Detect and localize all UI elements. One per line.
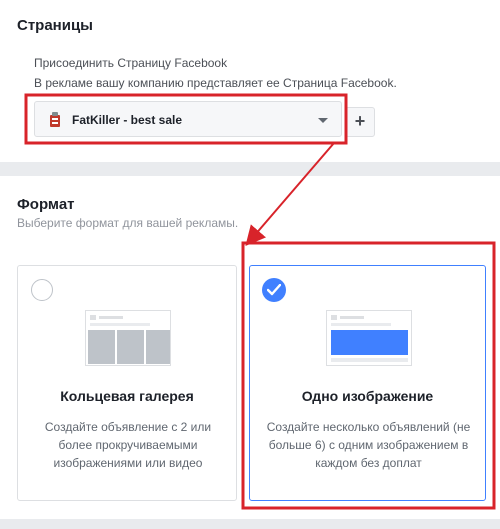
radio-unchecked[interactable] xyxy=(31,279,53,301)
format-heading: Формат xyxy=(17,196,75,213)
section-divider xyxy=(0,162,500,176)
carousel-thumbnail xyxy=(85,310,171,366)
pages-description: В рекламе вашу компанию представляет ее … xyxy=(34,76,397,90)
pages-heading: Страницы xyxy=(17,17,93,34)
add-page-button[interactable]: + xyxy=(345,107,375,137)
chevron-down-icon xyxy=(318,118,328,123)
format-description: Выберите формат для вашей рекламы. xyxy=(17,216,239,230)
page-avatar-icon xyxy=(50,112,60,127)
connect-page-label: Присоединить Страницу Facebook xyxy=(34,56,228,70)
format-option-description: Создайте несколько объявлений (не больше… xyxy=(266,420,471,470)
format-option-title: Кольцевая галерея xyxy=(60,388,194,404)
checkmark-icon xyxy=(267,284,281,296)
pages-section: Страницы Присоединить Страницу Facebook … xyxy=(0,0,500,162)
selected-page-name: FatKiller - best sale xyxy=(72,113,183,127)
format-section: Формат Выберите формат для вашей рекламы… xyxy=(0,176,500,519)
format-option-single-image[interactable]: Одно изображение Создайте несколько объя… xyxy=(249,265,486,501)
format-option-carousel[interactable]: Кольцевая галерея Создайте объявление с … xyxy=(17,265,237,501)
page-select-dropdown[interactable]: FatKiller - best sale xyxy=(34,101,342,137)
format-option-title: Одно изображение xyxy=(301,388,434,404)
radio-checked[interactable] xyxy=(262,278,286,302)
format-option-description: Создайте объявление с 2 или более прокру… xyxy=(44,420,212,470)
bottom-divider xyxy=(0,519,500,529)
single-image-thumbnail xyxy=(326,310,412,366)
